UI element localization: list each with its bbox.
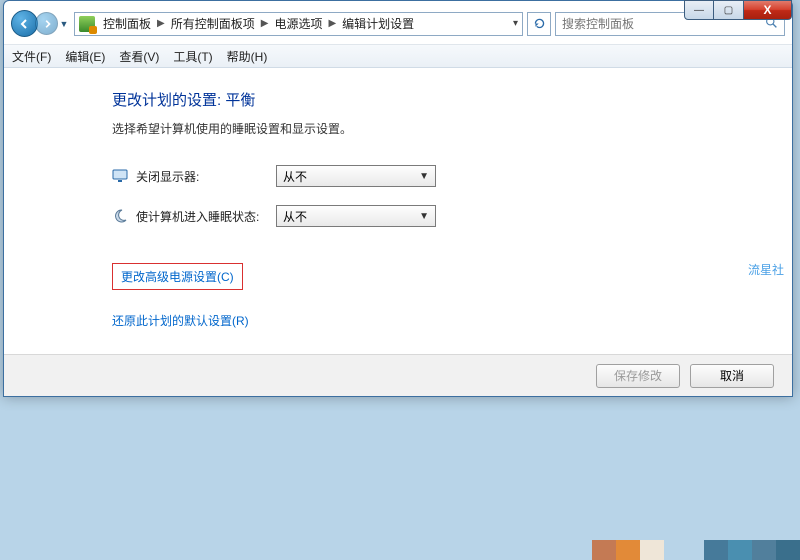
arrow-left-icon: [19, 18, 31, 30]
menu-bar: 文件(F) 编辑(E) 查看(V) 工具(T) 帮助(H): [4, 44, 792, 68]
select-value: 从不: [283, 168, 307, 185]
monitor-icon: [112, 168, 128, 184]
window-controls: — ▢ X: [684, 0, 792, 20]
advanced-power-settings-link[interactable]: 更改高级电源设置(C): [112, 263, 243, 290]
control-panel-icon: [79, 16, 95, 32]
address-end: ▾: [513, 18, 518, 29]
nav-history-dropdown[interactable]: ▼: [58, 19, 70, 29]
button-bar: 保存修改 取消: [4, 354, 792, 396]
color-swatches: [592, 540, 800, 560]
page-title: 更改计划的设置: 平衡: [112, 89, 766, 110]
refresh-button[interactable]: [527, 12, 551, 36]
chevron-down-icon[interactable]: ▾: [513, 18, 518, 29]
chevron-down-icon: ▼: [419, 171, 429, 182]
display-off-label: 关闭显示器:: [136, 168, 276, 185]
sleep-select[interactable]: 从不 ▼: [276, 205, 436, 227]
cancel-button[interactable]: 取消: [690, 364, 774, 388]
refresh-icon: [533, 17, 546, 30]
swatch: [664, 540, 704, 560]
chevron-right-icon[interactable]: ▶: [257, 18, 273, 29]
breadcrumb-seg[interactable]: 所有控制面板项: [169, 15, 257, 32]
breadcrumb-seg[interactable]: 电源选项: [272, 15, 324, 32]
page-description: 选择希望计算机使用的睡眠设置和显示设置。: [112, 120, 766, 137]
explorer-window: — ▢ X ▼ 控制面板 ▶ 所有控制面板项 ▶ 电源选项 ▶ 编辑计划设置 ▾: [3, 0, 793, 397]
chevron-right-icon[interactable]: ▶: [153, 18, 169, 29]
content-pane: 更改计划的设置: 平衡 选择希望计算机使用的睡眠设置和显示设置。 关闭显示器: …: [4, 69, 792, 354]
menu-help[interactable]: 帮助(H): [227, 48, 268, 65]
close-button[interactable]: X: [744, 0, 792, 20]
swatch: [728, 540, 752, 560]
chevron-right-icon[interactable]: ▶: [324, 18, 340, 29]
menu-file[interactable]: 文件(F): [12, 48, 51, 65]
menu-edit[interactable]: 编辑(E): [65, 48, 105, 65]
select-value: 从不: [283, 208, 307, 225]
back-button[interactable]: [11, 10, 38, 37]
swatch: [640, 540, 664, 560]
forward-button[interactable]: [35, 12, 58, 35]
swatch: [704, 540, 728, 560]
option-sleep: 使计算机进入睡眠状态: 从不 ▼: [112, 205, 766, 227]
display-off-select[interactable]: 从不 ▼: [276, 165, 436, 187]
swatch: [752, 540, 776, 560]
swatch: [592, 540, 616, 560]
option-display-off: 关闭显示器: 从不 ▼: [112, 165, 766, 187]
menu-tools[interactable]: 工具(T): [173, 48, 212, 65]
moon-icon: [112, 208, 128, 224]
restore-defaults-link[interactable]: 还原此计划的默认设置(R): [112, 312, 249, 329]
save-button[interactable]: 保存修改: [596, 364, 680, 388]
menu-view[interactable]: 查看(V): [119, 48, 159, 65]
address-bar[interactable]: 控制面板 ▶ 所有控制面板项 ▶ 电源选项 ▶ 编辑计划设置 ▾: [74, 12, 523, 36]
swatch: [776, 540, 800, 560]
nav-row: ▼ 控制面板 ▶ 所有控制面板项 ▶ 电源选项 ▶ 编辑计划设置 ▾: [11, 7, 785, 40]
minimize-button[interactable]: —: [684, 0, 714, 20]
sleep-label: 使计算机进入睡眠状态:: [136, 208, 276, 225]
maximize-button[interactable]: ▢: [714, 0, 744, 20]
breadcrumb-seg[interactable]: 编辑计划设置: [340, 15, 416, 32]
nav-arrows: ▼: [11, 10, 70, 37]
swatch: [616, 540, 640, 560]
arrow-right-icon: [42, 19, 52, 29]
chevron-down-icon: ▼: [419, 211, 429, 222]
watermark: 流星社: [748, 261, 784, 278]
breadcrumb-seg[interactable]: 控制面板: [101, 15, 153, 32]
